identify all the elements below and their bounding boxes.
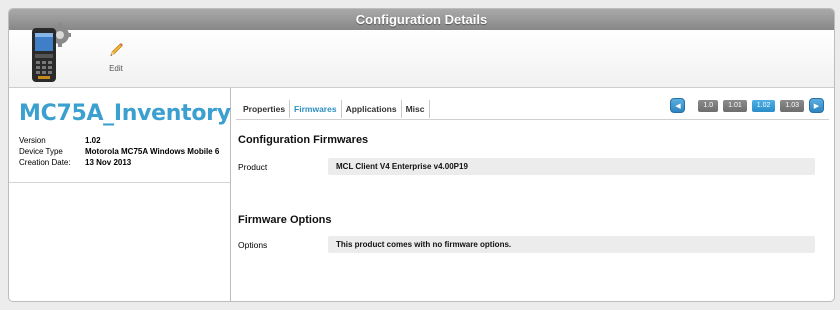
tab-firmwares[interactable]: Firmwares — [289, 100, 341, 118]
info-row-device-type: Device Type Motorola MC75A Windows Mobil… — [19, 146, 219, 157]
divider — [9, 182, 230, 183]
info-value: 1.02 — [85, 136, 101, 145]
section-title-firmware-options: Firmware Options — [238, 214, 332, 226]
config-name: MC75A_Inventory — [19, 101, 231, 126]
info-label: Version — [19, 136, 46, 145]
version-navigator: ◀ 1.0 1.01 1.02 1.03 ▶ — [670, 98, 824, 113]
tab-misc[interactable]: Misc — [400, 100, 430, 118]
tab-underline — [236, 119, 829, 120]
edit-button[interactable]: Edit — [101, 42, 131, 73]
info-label: Creation Date: — [19, 158, 71, 167]
pencil-icon — [110, 43, 123, 56]
edit-label: Edit — [109, 64, 123, 73]
previous-version-button[interactable]: ◀ — [670, 98, 686, 113]
version-button-1-0[interactable]: 1.0 — [698, 99, 719, 112]
version-button-1-02[interactable]: 1.02 — [751, 99, 776, 112]
toolbar: Edit — [9, 23, 834, 88]
tab-applications[interactable]: Applications — [340, 100, 401, 118]
product-value: MCL Client V4 Enterprise v4.00P19 — [328, 158, 815, 175]
info-value: Motorola MC75A Windows Mobile 6 — [85, 147, 220, 156]
details-panel: Properties Firmwares Applications Misc ◀… — [231, 88, 834, 301]
tab-bar: Properties Firmwares Applications Misc — [239, 100, 430, 118]
info-label: Device Type — [19, 147, 63, 156]
info-row-creation-date: Creation Date: 13 Nov 2013 — [19, 157, 219, 168]
configuration-window: Configuration Details Edit MC75A_Invento… — [8, 8, 835, 302]
config-summary-panel: MC75A_Inventory Version 1.02 Device Type… — [9, 88, 231, 301]
options-value: This product comes with no firmware opti… — [328, 236, 815, 253]
version-button-1-03[interactable]: 1.03 — [780, 99, 804, 112]
product-label: Product — [238, 162, 268, 172]
handheld-device-gear-icon — [32, 23, 71, 82]
window-title: Configuration Details — [9, 9, 834, 30]
version-button-1-01[interactable]: 1.01 — [723, 99, 747, 112]
info-row-version: Version 1.02 — [19, 135, 219, 146]
next-version-button[interactable]: ▶ — [809, 98, 824, 113]
chevron-left-icon: ◀ — [675, 102, 681, 110]
section-title-configuration-firmwares: Configuration Firmwares — [238, 134, 369, 146]
tab-properties[interactable]: Properties — [239, 100, 289, 118]
info-value: 13 Nov 2013 — [85, 158, 132, 167]
chevron-right-icon: ▶ — [813, 102, 820, 110]
options-label: Options — [238, 240, 268, 250]
config-info-table: Version 1.02 Device Type Motorola MC75A … — [19, 135, 219, 168]
